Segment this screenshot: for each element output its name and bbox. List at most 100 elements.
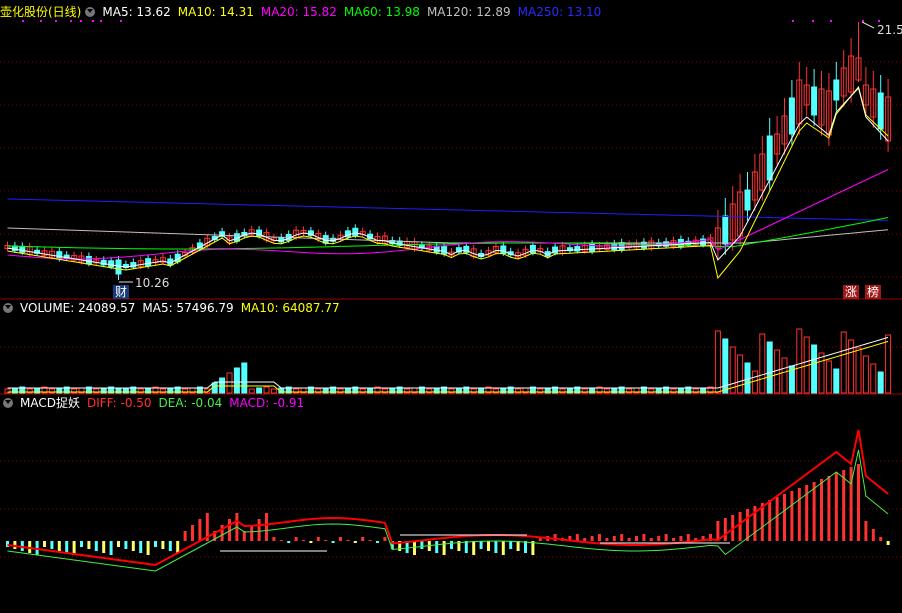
- macd-bar: [250, 525, 254, 541]
- volume-bar: [877, 371, 884, 394]
- volume-bar: [233, 367, 240, 394]
- candle-body: [115, 259, 122, 275]
- macd-bar: [450, 541, 453, 549]
- ma250-line: [7, 198, 889, 221]
- macd-bar: [287, 541, 291, 543]
- volume-bar: [270, 388, 277, 394]
- macd-bar: [827, 476, 831, 541]
- candle-body: [441, 246, 448, 255]
- macd-bar: [435, 541, 439, 553]
- candle-body: [877, 92, 884, 130]
- macd-bar: [487, 541, 490, 551]
- ranking-tag[interactable]: 榜: [865, 285, 882, 299]
- macd-bar: [161, 541, 165, 549]
- macd-bar: [139, 541, 143, 553]
- candle-body: [811, 86, 818, 116]
- volume-bar: [833, 368, 840, 394]
- macd-bar: [368, 540, 372, 541]
- volume-bar: [796, 328, 803, 394]
- macd-bar: [339, 537, 342, 541]
- candle-body: [611, 243, 618, 251]
- macd-bar: [790, 491, 794, 541]
- volume-bar: [241, 362, 248, 394]
- volume-bar: [744, 362, 751, 394]
- macd-bar: [657, 536, 661, 541]
- volume-panel: [4, 328, 892, 394]
- macd-bar: [272, 537, 276, 541]
- macd-bar: [376, 541, 379, 543]
- ma120-line: [7, 227, 889, 244]
- dea-label: DEA: -0.04: [158, 396, 223, 410]
- price-panel-header: 壶化股份(日线) MA5: 13.62 MA10: 14.31 MA20: 15.82…: [0, 3, 608, 21]
- macd-bar: [879, 537, 883, 541]
- macd-bar: [538, 538, 542, 541]
- macd-bar: [479, 541, 483, 549]
- dropdown-icon[interactable]: [3, 303, 13, 313]
- macd-bar: [146, 541, 150, 555]
- volume-bar: [825, 360, 832, 394]
- macd-bar: [494, 541, 498, 553]
- macd-bar: [43, 541, 46, 547]
- ma10-label: MA10: 14.31: [177, 5, 254, 19]
- macd-bar: [746, 509, 749, 541]
- macd-bar: [102, 541, 106, 553]
- candle-body: [529, 244, 536, 254]
- macd-bar: [605, 538, 609, 541]
- macd-bar: [501, 541, 505, 555]
- volume-bar: [766, 341, 773, 394]
- macd-bar: [464, 541, 468, 553]
- macd-bar: [168, 541, 172, 551]
- volume-bar: [885, 334, 892, 394]
- volume-bar: [256, 387, 263, 394]
- volume-bar: [248, 388, 255, 394]
- dropdown-icon[interactable]: [3, 398, 13, 408]
- macd-panel: [6, 429, 890, 572]
- ma5-line: [7, 86, 889, 268]
- macd-panel-header: MACD捉妖 DIFF: -0.50 DEA: -0.04 MACD: -0.91: [0, 394, 311, 412]
- candle-body: [722, 215, 729, 245]
- macd-bar: [279, 540, 283, 541]
- volume-bar: [840, 331, 847, 394]
- macd-bar: [620, 534, 624, 541]
- macd-bar: [871, 529, 875, 541]
- signal-dot: [792, 20, 794, 22]
- volume-ma5-label: MA5: 57496.79: [142, 301, 234, 315]
- macd-bar: [509, 541, 513, 549]
- macd-bar: [775, 497, 779, 541]
- volume-bar: [729, 346, 736, 394]
- volume-panel-header: VOLUME: 24089.57 MA5: 57496.79 MA10: 64087…: [0, 299, 347, 317]
- dropdown-icon[interactable]: [85, 7, 96, 17]
- volume-bar: [818, 352, 825, 394]
- macd-bar: [94, 541, 98, 551]
- candle-body: [500, 245, 507, 254]
- ma10-line: [7, 85, 889, 280]
- macd-bar: [420, 541, 424, 549]
- volume-bar: [870, 363, 877, 394]
- macd-bar: [672, 538, 675, 541]
- high-pointer-line: [861, 21, 875, 29]
- finance-tag[interactable]: 财: [113, 285, 130, 299]
- macd-bar: [635, 536, 638, 541]
- macd-bar: [176, 541, 180, 553]
- ma120-label: MA120: 12.89: [426, 5, 511, 19]
- macd-bar: [738, 512, 742, 541]
- macd-title: MACD捉妖: [20, 396, 80, 410]
- volume-bar: [774, 349, 781, 394]
- macd-bar: [198, 519, 202, 541]
- volume-bar: [263, 386, 270, 394]
- macd-bar: [324, 540, 328, 541]
- volume-bar: [811, 344, 818, 394]
- macd-bar: [117, 541, 120, 547]
- price-panel: [4, 22, 892, 280]
- limit-up-tag[interactable]: 涨: [843, 285, 860, 299]
- macd-bar: [864, 521, 868, 541]
- macd-bar: [242, 531, 246, 541]
- candle-body: [108, 260, 115, 268]
- candle-body: [56, 251, 63, 260]
- macd-bar: [50, 541, 54, 549]
- candle-body: [19, 245, 26, 253]
- volume-label: VOLUME: 24089.57: [20, 301, 136, 315]
- volume-bar: [855, 347, 862, 394]
- macd-bar: [309, 541, 313, 543]
- macd-bar: [516, 541, 520, 551]
